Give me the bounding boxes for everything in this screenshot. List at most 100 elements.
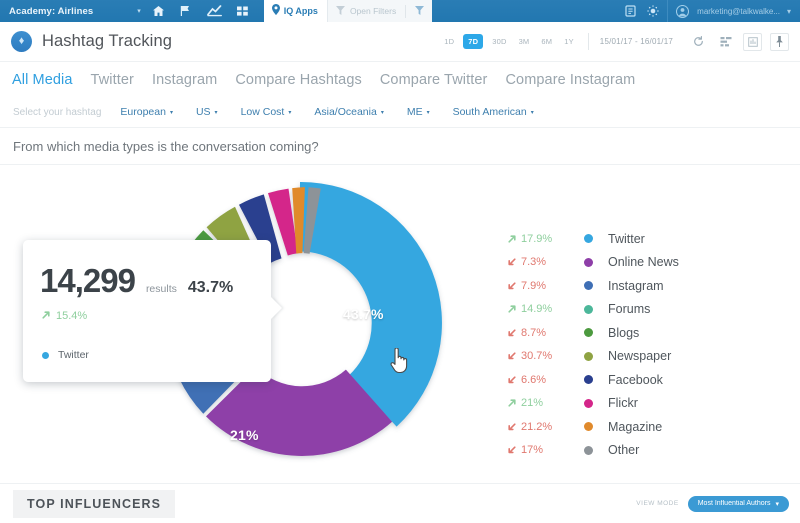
widget-question: From which media types is the conversati… (13, 138, 319, 154)
filter-label-low-cost: Low Cost (240, 106, 285, 118)
filter-funnel-icon (335, 2, 345, 20)
hashtag-filter-bar: Select your hashtag European ▾ US ▾ Low … (0, 97, 800, 127)
tab-instagram[interactable]: Instagram (143, 72, 226, 88)
select-hashtag-hint: Select your hashtag (13, 106, 102, 118)
legend-item-forums[interactable]: 14.9% Forums (505, 298, 679, 322)
iq-apps-label: IQ Apps (283, 6, 318, 16)
user-chevron-down-icon[interactable]: ▾ (787, 7, 791, 16)
legend-item-newspaper[interactable]: 30.7% Newspaper (505, 345, 679, 369)
tab-all-media[interactable]: All Media (12, 72, 82, 88)
brand-chevron-down-icon[interactable]: ▾ (137, 7, 141, 15)
legend-delta-forums: 14.9% (521, 303, 553, 316)
legend-color-dot-flickr (584, 398, 593, 408)
filter-dropdown-low-cost[interactable]: Low Cost ▾ (241, 106, 292, 118)
tooltip-delta-row: 15.4% (23, 300, 271, 325)
iq-apps-button[interactable]: IQ Apps (263, 0, 327, 22)
tooltip-delta-value: 15.4% (56, 310, 88, 322)
filter-clear-icon[interactable] (415, 2, 425, 20)
chevron-down-icon: ▾ (214, 109, 218, 116)
legend-color-dot-facebook (584, 375, 593, 385)
tooltip-series-label: Twitter (58, 349, 89, 361)
legend-delta-other: 17% (521, 444, 544, 457)
tooltip-results-label: results (145, 283, 177, 295)
arrow-up-icon (505, 304, 518, 314)
top-navigation-bar: Academy: Airlines ▾ IQ Apps Open Filters… (0, 0, 800, 22)
pin-icon[interactable] (770, 32, 789, 51)
tooltip-percent: 43.7% (187, 279, 234, 296)
compare-icon[interactable] (716, 32, 735, 51)
arrow-down-icon (505, 257, 518, 267)
chevron-down-icon: ▾ (775, 500, 779, 508)
tab-twitter[interactable]: Twitter (82, 72, 143, 88)
topbar-divider (667, 0, 669, 22)
legend-delta-newspaper: 30.7% (521, 350, 553, 363)
range-button-30d[interactable]: 30D (489, 35, 509, 48)
user-name-label: marketing@talkwalke... (697, 6, 780, 16)
brand-label: Academy: Airlines (9, 5, 94, 17)
legend-item-instagram[interactable]: 7.9% Instagram (505, 274, 679, 298)
range-button-1d[interactable]: 1D (441, 35, 457, 48)
legend-label-flickr: Flickr (608, 396, 638, 411)
legend-label-other: Other (608, 443, 640, 458)
range-button-1y[interactable]: 1Y (561, 35, 577, 48)
flag-icon[interactable] (179, 4, 194, 19)
gear-icon[interactable] (645, 4, 660, 19)
time-range-selector[interactable]: 1D 7D 30D 3M 6M 1Y (441, 34, 577, 49)
arrow-down-icon (505, 375, 518, 385)
filter-dropdown-asia-oceania[interactable]: Asia/Oceania ▾ (314, 106, 383, 118)
document-icon[interactable] (623, 4, 638, 19)
range-button-3m[interactable]: 3M (516, 35, 533, 48)
filter-label-european: European (120, 106, 166, 118)
tab-compare-twitter[interactable]: Compare Twitter (371, 72, 497, 88)
mouse-cursor-pointer-icon (390, 347, 412, 374)
tab-compare-hashtags[interactable]: Compare Hashtags (226, 72, 371, 88)
arrow-down-icon (505, 281, 518, 291)
filter-dropdown-us[interactable]: US ▾ (196, 106, 218, 118)
filter-dropdown-me[interactable]: ME ▾ (407, 106, 430, 118)
filters-divider (405, 4, 407, 18)
legend-label-online-news: Online News (608, 255, 679, 270)
location-pin-icon (271, 2, 280, 20)
view-mode-group: VIEW MODE Most Influential Authors ▾ (636, 495, 800, 512)
legend-label-blogs: Blogs (608, 325, 640, 340)
widget-question-bar: From which media types is the conversati… (0, 127, 800, 165)
legend-item-online-news[interactable]: 7.3% Online News (505, 251, 679, 275)
legend-color-dot-forums (584, 304, 593, 314)
legend-item-blogs[interactable]: 8.7% Blogs (505, 321, 679, 345)
open-filters-button[interactable]: Open Filters (326, 0, 433, 22)
home-icon[interactable] (151, 4, 166, 19)
tooltip-primary-row: 14,299 results 43.7% (23, 240, 271, 300)
arrow-up-icon (505, 398, 518, 408)
legend-delta-online-news: 7.3% (521, 256, 547, 269)
legend-item-magazine[interactable]: 21.2% Magazine (505, 415, 679, 439)
filter-dropdown-european[interactable]: European ▾ (120, 106, 173, 118)
trendline-icon[interactable] (206, 4, 222, 19)
range-button-7d[interactable]: 7D (463, 34, 484, 49)
filter-label-south-american: South American (452, 106, 527, 118)
filter-dropdown-south-american[interactable]: South American ▾ (453, 106, 534, 118)
tab-compare-instagram[interactable]: Compare Instagram (496, 72, 644, 88)
legend-item-twitter[interactable]: 17.9% Twitter (505, 227, 679, 251)
tooltip-result-count: 14,299 (40, 262, 136, 299)
app-root: Academy: Airlines ▾ IQ Apps Open Filters… (0, 0, 800, 523)
header-tool-buttons (689, 32, 789, 51)
arrow-up-icon (505, 234, 518, 244)
legend-color-dot-online-news (584, 257, 593, 267)
legend-item-flickr[interactable]: 21% Flickr (505, 392, 679, 416)
range-button-6m[interactable]: 6M (538, 35, 555, 48)
legend-color-dot-blogs (584, 328, 593, 338)
grid-icon[interactable] (235, 4, 250, 19)
legend-delta-twitter: 17.9% (521, 232, 553, 245)
date-range-label[interactable]: 15/01/17 - 16/01/17 (600, 37, 673, 46)
view-mode-dropdown[interactable]: Most Influential Authors ▾ (687, 495, 789, 512)
legend-color-dot-instagram (584, 281, 593, 291)
top-nav-right-group: marketing@talkwalke... ▾ (623, 0, 800, 22)
refresh-icon[interactable] (689, 32, 708, 51)
legend-label-facebook: Facebook (608, 372, 663, 387)
legend-item-other[interactable]: 17% Other (505, 439, 679, 463)
avatar[interactable] (675, 4, 690, 19)
hashtag-badge-icon: ♦ (11, 31, 32, 52)
export-icon[interactable] (743, 32, 762, 51)
slice-label-online-news: 21% (230, 427, 259, 443)
legend-item-facebook[interactable]: 6.6% Facebook (505, 368, 679, 392)
